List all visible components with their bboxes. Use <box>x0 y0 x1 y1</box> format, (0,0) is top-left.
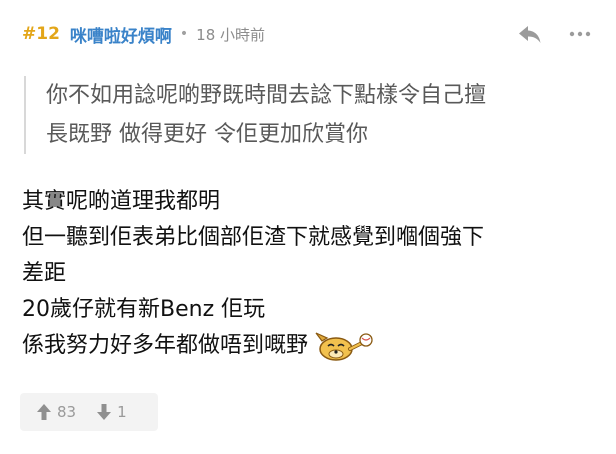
reply-button[interactable] <box>516 20 544 48</box>
content-line: 但一聽到佢表弟比個部佢渣下就感覺到嗰個強下 <box>22 225 485 250</box>
quote-line: 你不如用諗呢啲野既時間去諗下點樣令自己擅 <box>46 83 487 108</box>
quote-line: 長既野 做得更好 令佢更加欣賞你 <box>46 122 368 147</box>
post-number[interactable]: #12 <box>22 24 60 44</box>
dog-emoji-icon <box>315 332 373 361</box>
more-options-button[interactable] <box>566 20 594 48</box>
post-time: 18 小時前 <box>196 25 266 44</box>
arrow-up-icon <box>37 404 51 420</box>
downvote-count: 1 <box>117 403 127 421</box>
post-content: 其實呢啲道理我都明 但一聽到佢表弟比個部佢渣下就感覺到嗰個強下 差距 20歲仔就… <box>22 184 594 364</box>
meta-separator: • <box>179 26 189 42</box>
vote-bar: 83 1 <box>20 393 158 431</box>
downvote-button[interactable]: 1 <box>76 393 127 431</box>
quoted-post: 你不如用諗呢啲野既時間去諗下點樣令自己擅 長既野 做得更好 令佢更加欣賞你 <box>24 76 606 154</box>
ellipsis-icon <box>569 31 591 37</box>
post-header: #12 咪嘈啦好煩啊 • 18 小時前 <box>22 20 594 48</box>
post-actions <box>516 20 594 48</box>
upvote-count: 83 <box>57 403 77 421</box>
content-line-with-emoji: 係我努力好多年都做唔到嘅野 <box>22 328 594 364</box>
username-link[interactable]: 咪嘈啦好煩啊 <box>70 22 172 47</box>
arrow-down-icon <box>97 404 112 420</box>
content-line: 20歲仔就有新Benz 佢玩 <box>22 297 266 322</box>
upvote-button[interactable]: 83 <box>20 393 76 431</box>
content-line: 係我努力好多年都做唔到嘅野 <box>22 333 309 358</box>
content-line: 其實呢啲道理我都明 <box>22 189 221 214</box>
reply-arrow-icon <box>519 26 541 43</box>
content-line: 差距 <box>22 261 67 286</box>
